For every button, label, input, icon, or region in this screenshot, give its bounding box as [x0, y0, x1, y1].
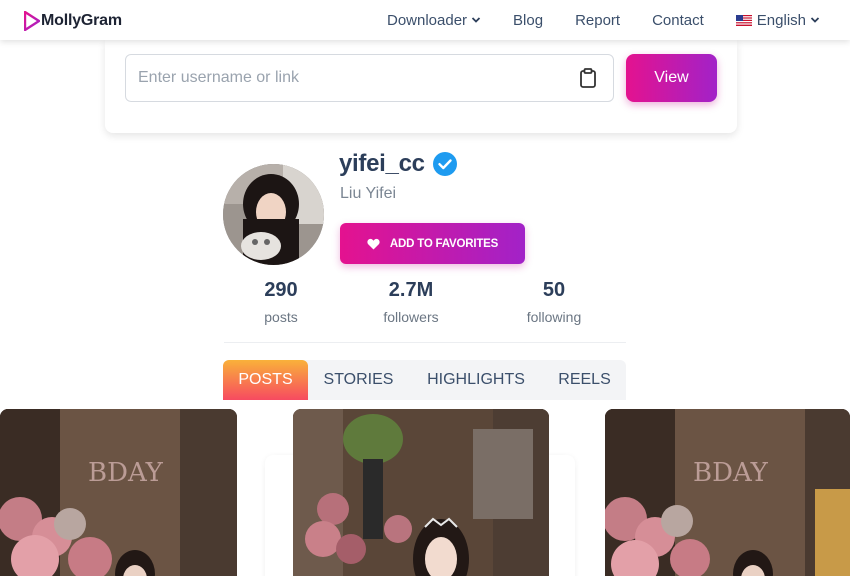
- post-thumbnail[interactable]: BDAY: [605, 409, 850, 576]
- profile-username: yifei_cc: [339, 150, 457, 178]
- heart-icon: [367, 238, 380, 249]
- site-logo[interactable]: MollyGram: [24, 10, 122, 32]
- language-label: English: [756, 11, 806, 29]
- search-card: View: [105, 40, 737, 133]
- nav-report-label: Report: [575, 11, 621, 29]
- profile-full-name: Liu Yifei: [340, 185, 397, 202]
- favorites-label: ADD TO FAVORITES: [389, 237, 499, 250]
- nav-contact[interactable]: Contact: [652, 12, 704, 29]
- view-button[interactable]: View: [626, 54, 717, 102]
- post-thumbnail[interactable]: BDAY: [0, 409, 237, 576]
- divider: [224, 342, 626, 343]
- stat-following-value: 50: [542, 279, 566, 301]
- chevron-down-icon: [810, 17, 820, 23]
- stat-posts-value: 290: [264, 279, 298, 301]
- stat-followers: 2.7M followers: [351, 279, 471, 325]
- tab-reels[interactable]: REELS: [543, 360, 626, 400]
- nav-contact-label: Contact: [652, 11, 704, 29]
- stat-followers-label: followers: [383, 309, 439, 325]
- stat-following-label: following: [526, 309, 582, 325]
- nav-blog[interactable]: Blog: [513, 12, 543, 29]
- logo-text: MollyGram: [41, 12, 122, 29]
- tab-highlights[interactable]: HIGHLIGHTS: [409, 360, 543, 400]
- nav-downloader[interactable]: Downloader: [387, 12, 481, 29]
- nav-downloader-label: Downloader: [386, 11, 468, 29]
- us-flag-icon: [735, 14, 752, 26]
- stat-posts-label: posts: [264, 309, 298, 325]
- avatar: [223, 164, 324, 265]
- svg-text:BDAY: BDAY: [88, 458, 164, 488]
- stat-posts: 290 posts: [221, 279, 341, 325]
- play-logo-icon: [24, 11, 40, 31]
- language-selector[interactable]: English: [735, 11, 820, 29]
- content-tabs: POSTS STORIES HIGHLIGHTS REELS: [223, 360, 626, 400]
- post-thumbnail[interactable]: [293, 409, 549, 576]
- svg-text:BDAY: BDAY: [693, 458, 769, 488]
- top-navbar: MollyGram Downloader Blog Report Contact: [0, 0, 850, 40]
- add-to-favorites-button[interactable]: ADD TO FAVORITES: [340, 223, 525, 264]
- clipboard-icon[interactable]: [578, 67, 598, 89]
- stat-following: 50 following: [494, 279, 614, 325]
- tab-stories[interactable]: STORIES: [308, 360, 409, 400]
- stat-followers-value: 2.7M: [388, 279, 434, 301]
- nav-blog-label: Blog: [513, 11, 544, 29]
- chevron-down-icon: [471, 17, 481, 23]
- search-input[interactable]: [125, 54, 614, 102]
- tab-posts[interactable]: POSTS: [223, 360, 308, 400]
- verified-badge-icon: [432, 152, 457, 176]
- username-text: yifei_cc: [339, 150, 425, 177]
- nav-report[interactable]: Report: [575, 12, 620, 29]
